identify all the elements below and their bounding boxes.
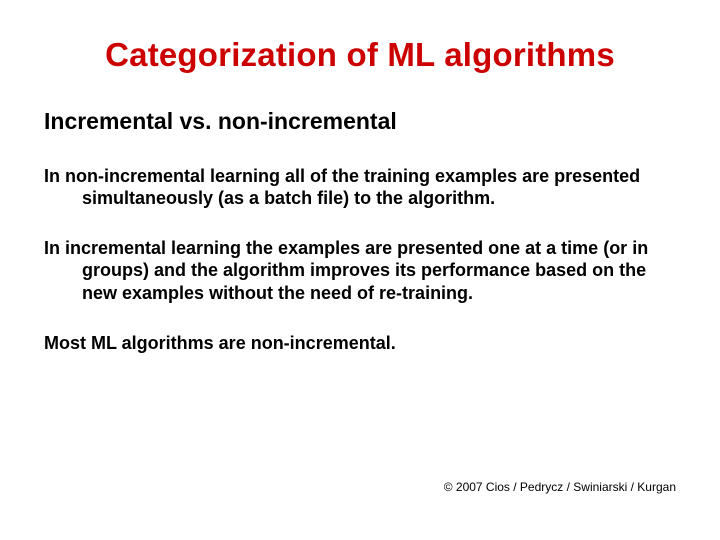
paragraph-nonincremental: In non-incremental learning all of the t… [44, 165, 676, 209]
paragraph-text: Most ML algorithms are non-incremental. [44, 332, 676, 354]
slide-subheading: Incremental vs. non-incremental [44, 108, 676, 135]
copyright-footer: © 2007 Cios / Pedrycz / Swiniarski / Kur… [444, 480, 676, 494]
paragraph-text: In incremental learning the examples are… [44, 237, 676, 303]
slide-title: Categorization of ML algorithms [44, 36, 676, 74]
slide-container: Categorization of ML algorithms Incremen… [0, 0, 720, 540]
paragraph-summary: Most ML algorithms are non-incremental. [44, 332, 676, 354]
paragraph-text: In non-incremental learning all of the t… [44, 165, 676, 209]
paragraph-incremental: In incremental learning the examples are… [44, 237, 676, 303]
